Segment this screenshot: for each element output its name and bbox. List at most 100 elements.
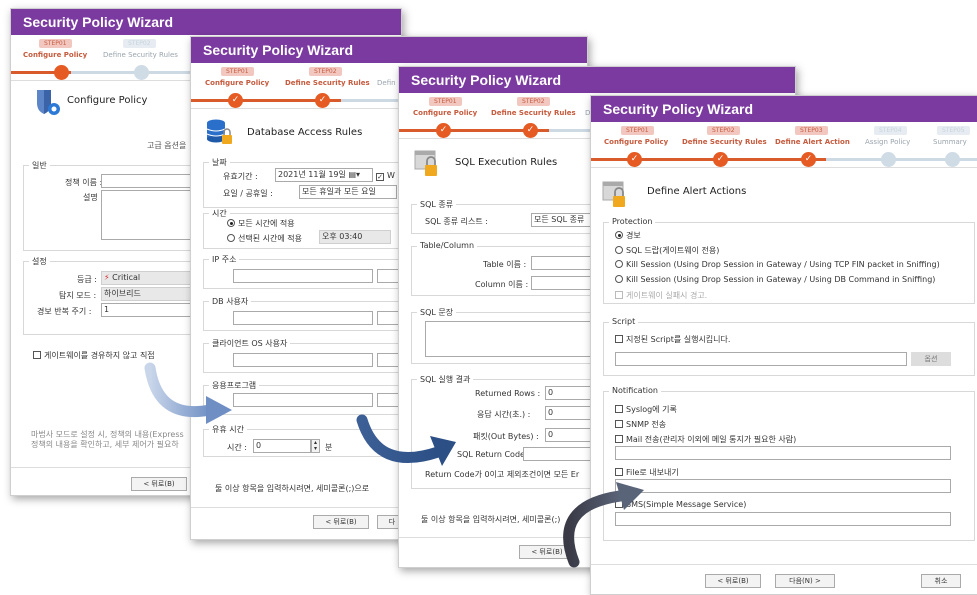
step-badge-2: STEP02: [123, 39, 156, 48]
level-value: Critical: [112, 273, 141, 282]
mail-checkbox[interactable]: Mail 전송(관리자 이외에 메일 통지가 필요한 사람): [615, 434, 796, 445]
description-label: 설명 :: [83, 193, 103, 202]
script-path-input[interactable]: [615, 352, 907, 366]
validity-date-picker[interactable]: 2021년 11월 19일 ▤▾: [275, 168, 373, 182]
radio-selected-icon: [615, 231, 623, 239]
snmp-label: SNMP 전송: [626, 420, 667, 429]
step-label-3[interactable]: Define Alert Action: [775, 138, 850, 146]
gateway-fail-warning-checkbox[interactable]: 게이트웨이 실패시 경고.: [615, 290, 707, 301]
step-label-4[interactable]: Assign Policy: [865, 138, 910, 146]
shield-gear-icon: [37, 90, 60, 115]
validity-value: 2021년 11월 19일: [278, 170, 346, 179]
next-button[interactable]: 다음(N) >: [775, 574, 835, 588]
mail-recipients-input[interactable]: [615, 446, 951, 460]
sql-type-list-label: SQL 종류 리스트 :: [425, 217, 488, 226]
syslog-label: Syslog에 기록: [626, 405, 677, 414]
idle-time-spinner[interactable]: ▴ ▾: [311, 439, 320, 453]
radio-selected-icon: [227, 219, 235, 227]
script-group-title: Script: [609, 317, 639, 326]
step-label-2[interactable]: Define Security Rules: [491, 109, 576, 117]
step-label-2[interactable]: Define Security Rules: [103, 51, 178, 59]
validity-enable-checkbox[interactable]: ✓ W: [376, 171, 395, 181]
back-button[interactable]: < 뒤로(B): [131, 477, 187, 491]
step-label-5[interactable]: Summary: [933, 138, 967, 146]
response-time-label: 응답 시간(초.) :: [477, 410, 531, 419]
notification-group-title: Notification: [609, 386, 661, 395]
db-user-group-title: DB 사용자: [209, 296, 252, 307]
step-label-3[interactable]: Defin: [377, 79, 396, 87]
lock-icon: [414, 150, 437, 176]
step-indicator: STEP01 STEP02 STEP03 STEP04 STEP05 Confi…: [591, 124, 977, 168]
date-group-title: 날짜: [209, 157, 230, 168]
cancel-button[interactable]: 취소: [921, 574, 961, 588]
step-dot-2: ✓: [315, 93, 330, 108]
ip-input[interactable]: [233, 269, 373, 283]
time-selected-radio[interactable]: 선택된 시간에 적용: [227, 233, 302, 244]
gateway-fail-warning-label: 게이트웨이 실패시 경고.: [626, 291, 708, 300]
kill-session-db-radio[interactable]: Kill Session (Using Drop Session in Gate…: [615, 275, 935, 284]
column-name-label: Column 이름 :: [475, 280, 529, 289]
page-title: Configure Policy: [67, 95, 148, 106]
step-badge-1: STEP01: [621, 126, 654, 135]
checkbox-icon: [615, 435, 623, 443]
step-label-1[interactable]: Configure Policy: [413, 109, 477, 117]
run-script-checkbox[interactable]: 지정된 Script를 실행시킵니다.: [615, 334, 730, 345]
sql-type-group-title: SQL 종류: [417, 199, 457, 210]
snmp-checkbox[interactable]: SNMP 전송: [615, 419, 666, 430]
checkbox-icon: [33, 351, 41, 359]
client-os-input[interactable]: [233, 353, 373, 367]
sql-statement-textarea[interactable]: [425, 321, 615, 357]
application-input[interactable]: [233, 393, 373, 407]
step-badge-3: STEP03: [795, 126, 828, 135]
validity-label: 유효기간 :: [223, 172, 258, 181]
client-os-group-title: 클라이언트 OS 사용자: [209, 338, 291, 349]
checkbox-icon: [615, 420, 623, 428]
alert-radio[interactable]: 경보: [615, 230, 641, 241]
day-holiday-select[interactable]: 모든 휴일과 모든 요일: [299, 185, 397, 199]
step-label-2[interactable]: Define Security Rules: [682, 138, 767, 146]
bypass-gateway-checkbox[interactable]: 게이트웨이를 경유하지 않고 직접: [33, 350, 155, 361]
idle-time-input[interactable]: 0: [253, 439, 311, 453]
back-button[interactable]: < 뒤로(B): [705, 574, 761, 588]
time-all-label: 모든 시간에 적용: [238, 219, 295, 228]
step-label-1[interactable]: Configure Policy: [205, 79, 269, 87]
script-option-button[interactable]: 옵션: [911, 352, 951, 366]
day-holiday-label: 요일 / 공휴일 :: [223, 189, 273, 198]
flow-arrow-2-icon: [356, 414, 456, 466]
window-title: Security Policy Wizard: [399, 67, 795, 93]
checkbox-icon: [615, 405, 623, 413]
kill-session-tcp-radio[interactable]: Kill Session (Using Drop Session in Gate…: [615, 260, 940, 269]
sql-drop-label: SQL 드랍(게이트웨이 전용): [626, 246, 720, 255]
step-badge-2: STEP02: [707, 126, 740, 135]
step-label-1[interactable]: Configure Policy: [23, 51, 87, 59]
sql-drop-radio[interactable]: SQL 드랍(게이트웨이 전용): [615, 245, 719, 256]
window-title: Security Policy Wizard: [11, 9, 401, 35]
calendar-dropdown-icon: ▤▾: [348, 170, 361, 179]
step-dot-4: [881, 152, 896, 167]
script-group: [603, 322, 975, 376]
step-dot-1: ✓: [627, 152, 642, 167]
syslog-checkbox[interactable]: Syslog에 기록: [615, 404, 677, 415]
step-dot-2: ✓: [713, 152, 728, 167]
critical-icon: ⚡: [104, 273, 110, 282]
checkbox-icon: [615, 335, 623, 343]
step-label-2[interactable]: Define Security Rules: [285, 79, 370, 87]
time-all-radio[interactable]: 모든 시간에 적용: [227, 218, 295, 229]
step-dot-3: ✓: [801, 152, 816, 167]
step-dot-2: [134, 65, 149, 80]
wizard-note-line2: 정책의 내용을 확인하고, 세부 제어가 필요하: [31, 440, 179, 449]
run-script-label: 지정된 Script를 실행시킵니다.: [626, 335, 731, 344]
ip-group-title: IP 주소: [209, 254, 240, 265]
radio-icon: [615, 246, 623, 254]
time-picker[interactable]: 오후 03:40: [319, 230, 391, 244]
window-title: Security Policy Wizard: [591, 96, 977, 122]
advanced-options-link[interactable]: 고급 옵션을: [147, 140, 186, 151]
radio-icon: [227, 234, 235, 242]
radio-icon: [615, 275, 623, 283]
db-user-input[interactable]: [233, 311, 373, 325]
kill-session-tcp-label: Kill Session (Using Drop Session in Gate…: [626, 260, 940, 269]
step-label-1[interactable]: Configure Policy: [604, 138, 668, 146]
alert-label: 경보: [626, 231, 641, 240]
back-button[interactable]: < 뒤로(B): [313, 515, 369, 529]
bypass-gateway-label: 게이트웨이를 경유하지 않고 직접: [44, 351, 155, 360]
